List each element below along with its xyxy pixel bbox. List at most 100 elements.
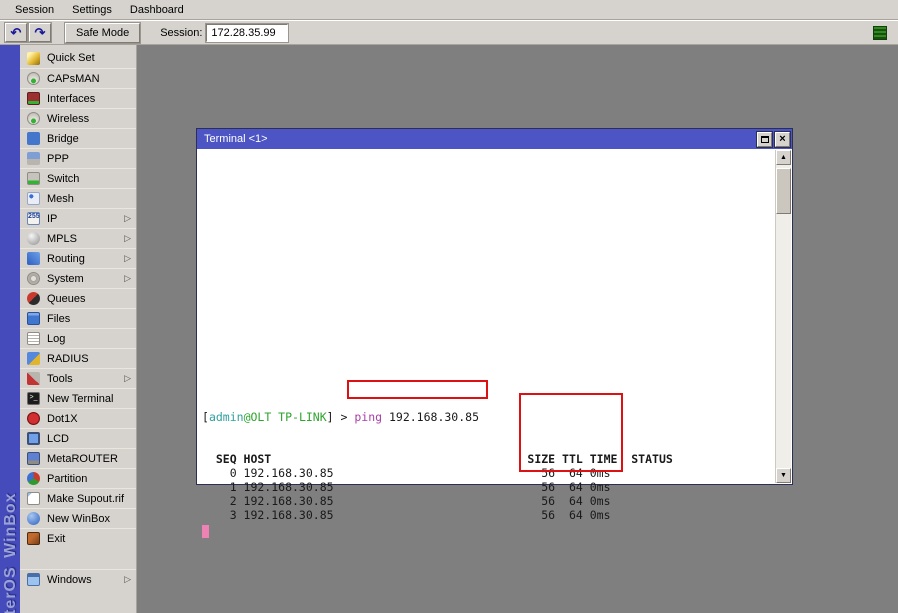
prompt-user: admin (209, 410, 244, 424)
sidebar-item-ip[interactable]: IP ▷ (20, 208, 136, 228)
sidebar-item-radius[interactable]: RADIUS (20, 348, 136, 368)
wand-icon (27, 52, 40, 65)
bridge-icon (27, 132, 40, 145)
terminal-scrollbar[interactable]: ▲ ▼ (775, 150, 791, 483)
connection-activity-icon (873, 26, 887, 40)
submenu-arrow-icon: ▷ (124, 233, 131, 244)
sidebar-item-files[interactable]: Files (20, 308, 136, 328)
sidebar-item-capsman[interactable]: CAPsMAN (20, 68, 136, 88)
interfaces-icon (27, 92, 40, 105)
routing-icon (27, 252, 40, 265)
sidebar-item-make-supout-rif[interactable]: Make Supout.rif (20, 488, 136, 508)
terminal-table-row: 1 192.168.30.85 56 64 0ms (202, 480, 673, 494)
sidebar-item-ppp[interactable]: PPP (20, 148, 136, 168)
sidebar-item-exit[interactable]: Exit (20, 528, 136, 548)
terminal-output: [admin@OLT TP-LINK] > ping 192.168.30.85… (202, 382, 673, 536)
brand-strip: RouterOS WinBox (0, 45, 20, 613)
toolbar: ↶ ↷ Safe Mode Session: (0, 20, 898, 45)
lcd-icon (27, 432, 40, 445)
scroll-down-button[interactable]: ▼ (776, 468, 791, 483)
submenu-arrow-icon: ▷ (124, 213, 131, 224)
terminal-table-row: 3 192.168.30.85 56 64 0ms (202, 508, 673, 522)
redo-button[interactable]: ↷ (29, 23, 51, 42)
menu-bar: Session Settings Dashboard (0, 0, 898, 20)
ppp-icon (27, 152, 40, 165)
command-args: 192.168.30.85 (382, 410, 479, 424)
prompt-host: @OLT TP-LINK (244, 410, 327, 424)
windows-icon (27, 573, 40, 586)
sidebar-item-routing[interactable]: Routing ▷ (20, 248, 136, 268)
terminal-cursor-line (202, 522, 673, 536)
sidebar-item-quick-set[interactable]: Quick Set (20, 48, 136, 68)
mdi-workspace: Terminal <1> × [admin@OLT TP-LINK] > pin… (137, 45, 898, 613)
sidebar-item-mesh[interactable]: Mesh (20, 188, 136, 208)
sidebar-item-system[interactable]: System ▷ (20, 268, 136, 288)
terminal-cursor (202, 525, 209, 538)
terminal-table-row: 2 192.168.30.85 56 64 0ms (202, 494, 673, 508)
queues-icon (27, 292, 40, 305)
submenu-arrow-icon: ▷ (124, 253, 131, 264)
sidebar-item-tools[interactable]: Tools ▷ (20, 368, 136, 388)
wireless-icon (27, 112, 40, 125)
submenu-arrow-icon: ▷ (124, 273, 131, 284)
maximize-button[interactable] (757, 132, 772, 147)
sidebar-item-metarouter[interactable]: MetaROUTER (20, 448, 136, 468)
scrollbar-thumb[interactable] (776, 168, 791, 214)
command-name: ping (354, 410, 382, 424)
close-icon: × (779, 135, 785, 144)
sidebar-item-bridge[interactable]: Bridge (20, 128, 136, 148)
terminal-icon (27, 392, 40, 405)
terminal-title: Terminal <1> (204, 133, 754, 145)
radius-icon (27, 352, 40, 365)
sidebar-item-mpls[interactable]: MPLS ▷ (20, 228, 136, 248)
submenu-arrow-icon: ▷ (124, 574, 131, 585)
menu-settings[interactable]: Settings (63, 2, 121, 18)
terminal-titlebar[interactable]: Terminal <1> × (197, 129, 792, 149)
sidebar-item-lcd[interactable]: LCD (20, 428, 136, 448)
sidebar-item-wireless[interactable]: Wireless (20, 108, 136, 128)
close-button[interactable]: × (775, 132, 790, 147)
tools-icon (27, 372, 40, 385)
brand-text: RouterOS WinBox (2, 492, 20, 613)
submenu-arrow-icon: ▷ (124, 373, 131, 384)
sidebar-item-queues[interactable]: Queues (20, 288, 136, 308)
terminal-window: Terminal <1> × [admin@OLT TP-LINK] > pin… (196, 128, 793, 485)
mpls-icon (27, 232, 40, 245)
partition-icon (27, 472, 40, 485)
session-input[interactable] (206, 24, 288, 42)
terminal-body[interactable]: [admin@OLT TP-LINK] > ping 192.168.30.85… (197, 149, 792, 484)
terminal-table-row: 0 192.168.30.85 56 64 0ms (202, 466, 673, 480)
supout-icon (27, 492, 40, 505)
metarouter-icon (27, 452, 40, 465)
log-icon (27, 332, 40, 345)
ip-icon (27, 212, 40, 225)
terminal-table-header: SEQ HOST SIZE TTL TIME STATUS (202, 452, 673, 466)
terminal-prompt-line: [admin@OLT TP-LINK] > ping 192.168.30.85 (202, 410, 673, 424)
switch-icon (27, 172, 40, 185)
sidebar-item-switch[interactable]: Switch (20, 168, 136, 188)
menu-dashboard[interactable]: Dashboard (121, 2, 193, 18)
prompt-close: ] > (327, 410, 355, 424)
mesh-icon (27, 192, 40, 205)
menu-session[interactable]: Session (6, 2, 63, 18)
sidebar: Quick Set CAPsMAN Interfaces Wireless Br… (20, 45, 137, 613)
undo-button[interactable]: ↶ (5, 23, 27, 42)
files-icon (27, 312, 40, 325)
system-icon (27, 272, 40, 285)
winbox-icon (27, 512, 40, 525)
workspace: RouterOS WinBox Quick Set CAPsMAN Interf… (0, 45, 898, 613)
maximize-icon (761, 136, 769, 143)
sidebar-item-log[interactable]: Log (20, 328, 136, 348)
prompt-open: [ (202, 410, 209, 424)
sidebar-item-new-terminal[interactable]: New Terminal (20, 388, 136, 408)
scroll-up-button[interactable]: ▲ (776, 150, 791, 165)
sidebar-item-interfaces[interactable]: Interfaces (20, 88, 136, 108)
sidebar-item-partition[interactable]: Partition (20, 468, 136, 488)
capsman-icon (27, 72, 40, 85)
session-label: Session: (160, 27, 202, 39)
exit-icon (27, 532, 40, 545)
sidebar-item-new-winbox[interactable]: New WinBox (20, 508, 136, 528)
safe-mode-button[interactable]: Safe Mode (65, 23, 140, 43)
sidebar-item-dot1x[interactable]: Dot1X (20, 408, 136, 428)
sidebar-item-windows[interactable]: Windows ▷ (20, 569, 136, 589)
